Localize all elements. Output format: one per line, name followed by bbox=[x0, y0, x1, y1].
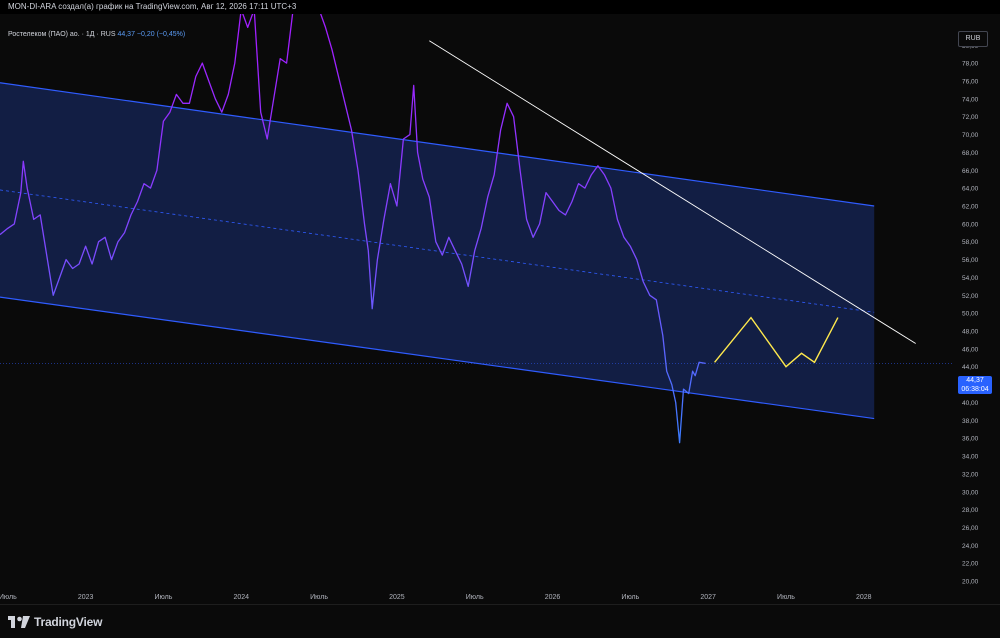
footer: TradingView bbox=[0, 604, 1000, 638]
y-axis-tick-label: 36,00 bbox=[962, 436, 979, 443]
symbol-price: 44,37 −0,20 (−0,45%) bbox=[117, 31, 186, 38]
y-axis-tick-label: 30,00 bbox=[962, 489, 979, 496]
y-axis-tick-label: 44,00 bbox=[962, 364, 979, 371]
y-axis-tick-label: 40,00 bbox=[962, 400, 979, 407]
x-axis-tick-label: 2025 bbox=[389, 594, 405, 601]
y-axis-tick-label: 24,00 bbox=[962, 543, 979, 550]
top-bar: MON-DI-ARA создал(а) график на TradingVi… bbox=[0, 0, 1000, 14]
x-axis-tick-label: Июль bbox=[154, 594, 172, 601]
x-axis-tick-label: Июль bbox=[0, 594, 17, 601]
y-axis-tick-label: 72,00 bbox=[962, 114, 979, 121]
y-axis-tick-label: 76,00 bbox=[962, 78, 979, 85]
y-axis-tick-label: 38,00 bbox=[962, 418, 979, 425]
x-axis-tick-label: Июль bbox=[621, 594, 639, 601]
y-axis-tick-label: 62,00 bbox=[962, 204, 979, 211]
symbol-legend: Ростелеком (ПАО) ао. · 1Д · RUS 44,37 −0… bbox=[8, 31, 185, 38]
y-axis-tick-label: 78,00 bbox=[962, 61, 979, 68]
y-axis-tick-label: 32,00 bbox=[962, 471, 979, 478]
y-axis-tick-label: 22,00 bbox=[962, 561, 979, 568]
x-axis-tick-label: Июль bbox=[777, 594, 795, 601]
x-axis-tick-label: Июль bbox=[310, 594, 328, 601]
channel-fill bbox=[0, 82, 875, 419]
y-axis-tick-label: 58,00 bbox=[962, 239, 979, 246]
y-axis-tick-label: 66,00 bbox=[962, 168, 979, 175]
y-axis-tick-label: 34,00 bbox=[962, 454, 979, 461]
x-axis-tick-label: 2023 bbox=[78, 594, 94, 601]
y-axis-tick-label: 20,00 bbox=[962, 579, 979, 586]
y-axis-tick-label: 46,00 bbox=[962, 346, 979, 353]
y-axis-tick-label: 64,00 bbox=[962, 186, 979, 193]
y-axis-tick-label: 26,00 bbox=[962, 525, 979, 532]
x-axis-tick-label: 2026 bbox=[545, 594, 561, 601]
last-price-value: 44,37 bbox=[966, 377, 984, 384]
y-axis-tick-label: 52,00 bbox=[962, 293, 979, 300]
y-axis-tick-label: 56,00 bbox=[962, 257, 979, 264]
chart-credit: MON-DI-ARA создал(а) график на TradingVi… bbox=[8, 2, 297, 11]
y-axis-tick-label: 28,00 bbox=[962, 507, 979, 514]
chart-area[interactable]: 20,00 22,00 24,00 26,00 28,00 30,00 32,00 34,00… bbox=[0, 14, 1000, 604]
tradingview-logo-icon bbox=[8, 616, 30, 628]
y-axis-tick-label: 74,00 bbox=[962, 96, 979, 103]
symbol-name: Ростелеком (ПАО) ао. · 1Д · RUS bbox=[8, 31, 116, 38]
currency-badge[interactable]: RUB bbox=[958, 31, 988, 47]
y-axis-tick-label: 54,00 bbox=[962, 275, 979, 282]
brand-name: TradingView bbox=[34, 615, 103, 629]
x-axis-tick-label: 2024 bbox=[233, 594, 249, 601]
last-price-tag: 44,37 06:38:04 bbox=[958, 376, 992, 394]
y-axis-tick-label: 70,00 bbox=[962, 132, 979, 139]
bar-countdown: 06:38:04 bbox=[961, 386, 989, 393]
y-axis-tick-label: 48,00 bbox=[962, 329, 979, 336]
tradingview-logo[interactable]: TradingView bbox=[8, 615, 102, 629]
x-axis-tick-label: 2028 bbox=[856, 594, 872, 601]
y-axis-tick-label: 68,00 bbox=[962, 150, 979, 157]
x-axis-tick-label: Июль bbox=[466, 594, 484, 601]
price-chart[interactable]: 20,00 22,00 24,00 26,00 28,00 30,00 32,00 34,00… bbox=[0, 14, 1000, 604]
x-axis-tick-label: 2027 bbox=[700, 594, 716, 601]
y-axis-tick-label: 50,00 bbox=[962, 311, 979, 318]
y-axis-tick-label: 60,00 bbox=[962, 221, 979, 228]
